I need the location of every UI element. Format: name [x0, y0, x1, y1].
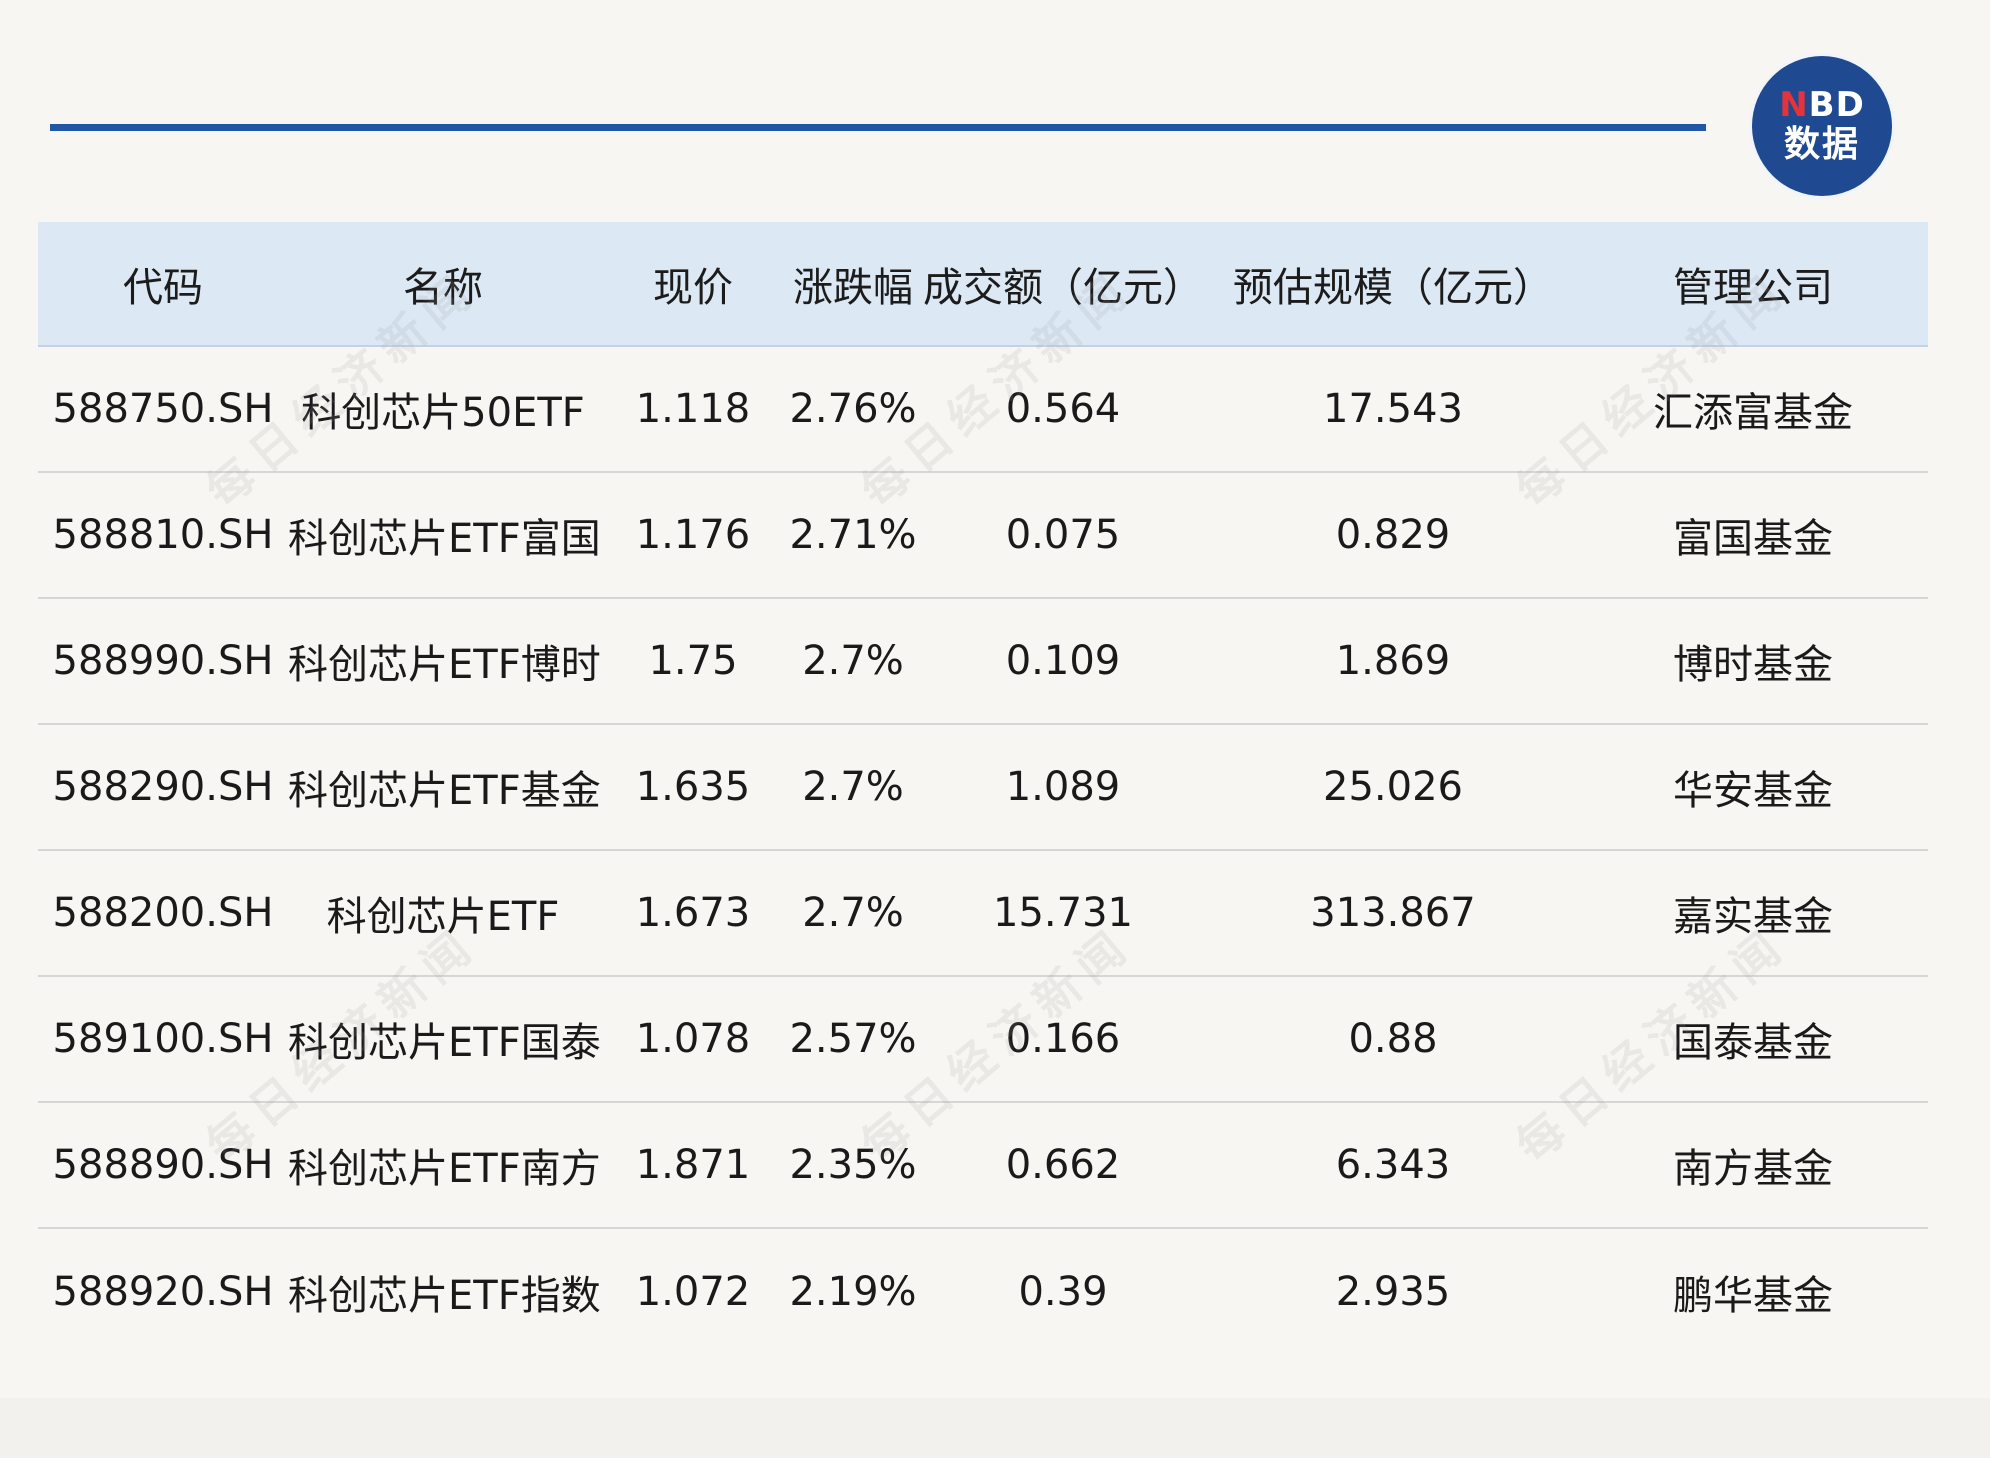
- cell-turnover: 0.075: [918, 472, 1208, 599]
- table-row: 588890.SH 科创芯片ETF南方 1.871 2.35% 0.662 6.…: [38, 1102, 1928, 1229]
- cell-company: 博时基金: [1578, 598, 1928, 725]
- etf-table-container: 代码 名称 现价 涨跌幅 成交额（亿元） 预估规模（亿元） 管理公司 58875…: [38, 222, 1928, 1354]
- cell-turnover: 0.166: [918, 976, 1208, 1103]
- cell-change: 2.76%: [788, 346, 918, 473]
- top-divider-rule: [50, 124, 1706, 131]
- cell-change: 2.7%: [788, 724, 918, 851]
- cell-company: 汇添富基金: [1578, 346, 1928, 473]
- cell-code: 588290.SH: [38, 724, 288, 851]
- header-code: 代码: [38, 222, 288, 347]
- header-scale: 预估规模（亿元）: [1208, 222, 1578, 347]
- table-row: 588920.SH 科创芯片ETF指数 1.072 2.19% 0.39 2.9…: [38, 1228, 1928, 1354]
- cell-company: 华安基金: [1578, 724, 1928, 851]
- cell-code: 588810.SH: [38, 472, 288, 599]
- cell-name: 科创芯片ETF富国: [288, 472, 601, 599]
- cell-change: 2.19%: [789, 1268, 917, 1315]
- cell-name: 科创芯片ETF南方: [288, 1102, 601, 1229]
- header-price: 现价: [598, 222, 788, 347]
- cell-name: 科创芯片ETF基金: [288, 724, 601, 851]
- header-name: 名称: [288, 222, 598, 347]
- cell-name: 科创芯片ETF: [288, 850, 598, 977]
- table-row: 588810.SH 科创芯片ETF富国 1.176 2.71% 0.075 0.…: [38, 472, 1928, 599]
- cell-scale: 17.543: [1208, 346, 1578, 473]
- cell-scale: 1.869: [1208, 598, 1578, 725]
- cell-scale: 25.026: [1208, 724, 1578, 851]
- cell-name: 科创芯片ETF博时: [288, 598, 601, 725]
- cell-price: 1.176: [598, 472, 788, 599]
- cell-change: 2.7%: [788, 850, 918, 977]
- cell-code: 588200.SH: [38, 850, 288, 977]
- header-company: 管理公司: [1578, 222, 1928, 347]
- cell-name: 科创芯片50ETF: [288, 346, 598, 473]
- cell-change: 2.71%: [788, 472, 918, 599]
- table-row: 588990.SH 科创芯片ETF博时 1.75 2.7% 0.109 1.86…: [38, 598, 1928, 725]
- cell-turnover: 0.564: [918, 346, 1208, 473]
- cell-price: 1.871: [598, 1102, 788, 1229]
- cell-turnover: 0.662: [918, 1102, 1208, 1229]
- cell-code: 588920.SH: [52, 1268, 274, 1315]
- cell-company: 国泰基金: [1578, 976, 1928, 1103]
- cell-company: 嘉实基金: [1578, 850, 1928, 977]
- table-row: 588200.SH 科创芯片ETF 1.673 2.7% 15.731 313.…: [38, 850, 1928, 977]
- cell-code: 588890.SH: [38, 1102, 288, 1229]
- cell-scale: 0.829: [1208, 472, 1578, 599]
- cell-code: 589100.SH: [38, 976, 288, 1103]
- etf-table: 代码 名称 现价 涨跌幅 成交额（亿元） 预估规模（亿元） 管理公司 58875…: [38, 222, 1928, 1354]
- cell-company: 富国基金: [1578, 472, 1928, 599]
- logo-nbd-text: NBD: [1779, 85, 1865, 125]
- cell-price: 1.673: [598, 850, 788, 977]
- cell-change: 2.7%: [788, 598, 918, 725]
- cell-turnover: 15.731: [918, 850, 1208, 977]
- cell-turnover: 0.39: [1018, 1268, 1108, 1315]
- cell-scale: 2.935: [1335, 1268, 1451, 1315]
- cell-company: 南方基金: [1578, 1102, 1928, 1229]
- table-header-row: 代码 名称 现价 涨跌幅 成交额（亿元） 预估规模（亿元） 管理公司: [38, 222, 1928, 347]
- nbd-data-logo: NBD 数据: [1752, 56, 1892, 196]
- bottom-band: [0, 1398, 1990, 1458]
- cell-scale: 313.867: [1208, 850, 1578, 977]
- cell-code: 588990.SH: [38, 598, 288, 725]
- cell-price: 1.072: [635, 1268, 751, 1315]
- cell-change: 2.57%: [788, 976, 918, 1103]
- header-turnover: 成交额（亿元）: [918, 222, 1208, 347]
- cell-code: 588750.SH: [38, 346, 288, 473]
- cell-scale: 0.88: [1208, 976, 1578, 1103]
- logo-data-text: 数据: [1783, 124, 1860, 165]
- cell-name: 科创芯片ETF国泰: [288, 976, 601, 1103]
- table-row: 588750.SH 科创芯片50ETF 1.118 2.76% 0.564 17…: [38, 346, 1928, 473]
- header-change: 涨跌幅: [788, 222, 918, 347]
- table-row: 588290.SH 科创芯片ETF基金 1.635 2.7% 1.089 25.…: [38, 724, 1928, 851]
- cell-turnover: 1.089: [918, 724, 1208, 851]
- cell-price: 1.75: [598, 598, 788, 725]
- cell-change: 2.35%: [788, 1102, 918, 1229]
- cell-scale: 6.343: [1208, 1102, 1578, 1229]
- table-row: 589100.SH 科创芯片ETF国泰 1.078 2.57% 0.166 0.…: [38, 976, 1928, 1103]
- cell-name: 科创芯片ETF指数: [288, 1272, 601, 1319]
- cell-price: 1.078: [598, 976, 788, 1103]
- cell-price: 1.635: [598, 724, 788, 851]
- cell-price: 1.118: [598, 346, 788, 473]
- cell-turnover: 0.109: [918, 598, 1208, 725]
- cell-company: 鹏华基金: [1673, 1272, 1833, 1319]
